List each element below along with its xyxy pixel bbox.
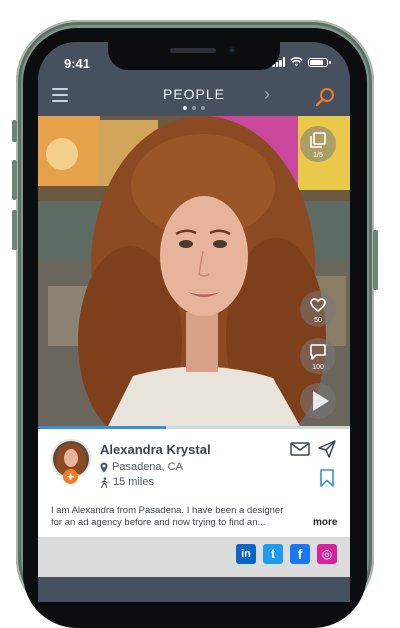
page-dot bbox=[192, 106, 196, 110]
profile-photo[interactable]: 1/5 50 100 bbox=[38, 116, 350, 426]
search-icon[interactable] bbox=[314, 86, 336, 108]
gallery-icon bbox=[310, 132, 326, 148]
volume-up-button bbox=[12, 160, 17, 200]
instagram-button[interactable]: ◎ bbox=[317, 544, 337, 564]
more-link[interactable]: more bbox=[313, 517, 337, 528]
profile-bio: I am Alexandra from Pasadena. I have bee… bbox=[51, 505, 284, 528]
facebook-button[interactable]: f bbox=[290, 544, 310, 564]
play-button[interactable] bbox=[300, 383, 336, 419]
mail-icon[interactable] bbox=[290, 441, 310, 457]
heart-icon bbox=[310, 298, 326, 312]
comment-count: 100 bbox=[312, 364, 324, 371]
send-icon[interactable] bbox=[318, 440, 336, 458]
facebook-icon: f bbox=[297, 546, 303, 562]
play-icon bbox=[313, 391, 329, 411]
like-button[interactable]: 50 bbox=[300, 291, 336, 327]
battery-level bbox=[310, 59, 324, 65]
page-title: PEOPLE bbox=[162, 86, 226, 102]
profile-location: Pasadena, CA bbox=[112, 461, 183, 473]
page-dot bbox=[201, 106, 205, 110]
bookmark-icon[interactable] bbox=[319, 469, 335, 487]
instagram-icon: ◎ bbox=[321, 547, 333, 561]
add-friend-button[interactable]: + bbox=[63, 469, 78, 484]
page-dot bbox=[183, 106, 187, 110]
volume-down-button bbox=[12, 210, 17, 250]
social-footer: in t f ◎ bbox=[38, 537, 350, 577]
distance-row: 15 miles bbox=[100, 476, 154, 488]
power-button bbox=[373, 230, 378, 290]
profile-photo-illustration bbox=[38, 116, 350, 426]
page-indicator bbox=[38, 106, 350, 110]
location-pin-icon bbox=[100, 462, 108, 472]
linkedin-icon: in bbox=[241, 548, 251, 560]
gallery-button[interactable]: 1/5 bbox=[300, 126, 336, 162]
battery-icon bbox=[308, 57, 331, 67]
comment-button[interactable]: 100 bbox=[300, 338, 336, 374]
walking-icon bbox=[100, 476, 108, 488]
gallery-count: 1/5 bbox=[313, 152, 323, 159]
wifi-icon bbox=[290, 57, 303, 67]
front-camera bbox=[228, 46, 236, 54]
next-page-chevron-icon[interactable]: › bbox=[264, 84, 270, 105]
profile-distance: 15 miles bbox=[113, 476, 154, 488]
status-icons bbox=[272, 57, 331, 67]
twitter-icon: t bbox=[270, 546, 276, 561]
top-nav: PEOPLE › bbox=[38, 80, 350, 116]
twitter-button[interactable]: t bbox=[263, 544, 283, 564]
location-row: Pasadena, CA bbox=[100, 461, 183, 473]
like-count: 50 bbox=[314, 317, 322, 324]
notch bbox=[108, 42, 280, 70]
phone-screen: 9:41 PEOPLE › 1/5 50 100 + Alexandra Kry… bbox=[38, 42, 350, 602]
speaker-grille bbox=[170, 48, 216, 53]
status-time: 9:41 bbox=[64, 56, 91, 71]
comment-icon bbox=[310, 344, 326, 360]
profile-card: + Alexandra Krystal Pasadena, CA 15 mile… bbox=[38, 429, 350, 537]
mute-switch bbox=[12, 120, 17, 142]
profile-name: Alexandra Krystal bbox=[100, 442, 211, 457]
linkedin-button[interactable]: in bbox=[236, 544, 256, 564]
